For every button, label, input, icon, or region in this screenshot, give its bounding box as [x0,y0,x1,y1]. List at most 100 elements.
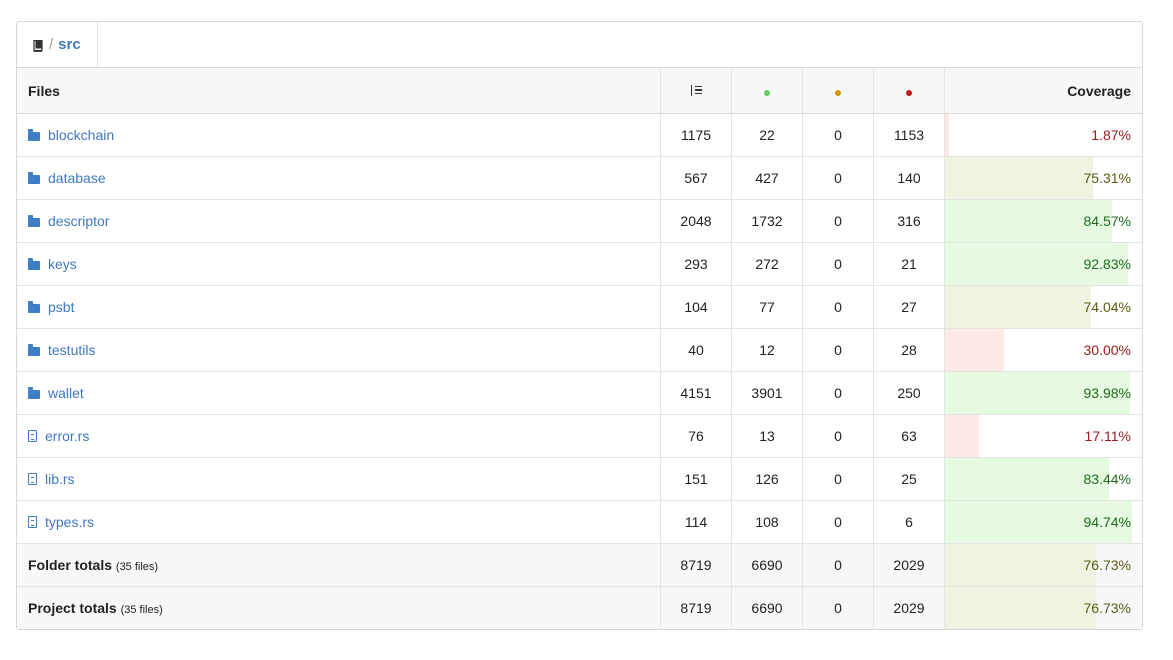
coverage-bar [945,544,1097,586]
lines-cell: 2048 [660,199,732,243]
table-row[interactable]: descriptor 2048 1732 0 316 84.57% [17,199,1142,243]
name-cell: types.rs [17,500,661,544]
name-cell: error.rs [17,414,661,458]
coverage-bar [945,415,979,457]
folder-icon [28,128,40,141]
coverage-cell: 76.73% [944,543,1142,587]
hits-header[interactable] [731,68,803,114]
coverage-value: 75.31% [1083,170,1131,186]
file-link[interactable]: types.rs [45,514,94,530]
coverage-cell: 74.04% [944,285,1142,329]
totals-file-count: (35 files) [115,561,159,573]
misses-cell: 6 [873,500,945,544]
folder-link[interactable]: wallet [48,385,84,401]
folder-link[interactable]: testutils [48,342,95,358]
table-row[interactable]: lib.rs 151 126 0 25 83.44% [17,457,1142,501]
coverage-cell: 1.87% [944,113,1142,157]
coverage-header[interactable]: Coverage [944,68,1142,114]
folder-link[interactable]: descriptor [48,213,109,229]
hits-cell: 1732 [731,199,803,243]
folder-icon [28,300,40,313]
breadcrumb-current[interactable]: src [58,36,81,53]
coverage-bar [945,157,1094,199]
coverage-cell: 17.11% [944,414,1142,458]
totals-label-cell: Project totals (35 files) [17,586,661,629]
table-row[interactable]: database 567 427 0 140 75.31% [17,156,1142,200]
totals-row: Project totals (35 files) 8719 6690 0 2029 76… [17,586,1142,629]
coverage-cell: 84.57% [944,199,1142,243]
table-row[interactable]: testutils 40 12 0 28 30.00% [17,328,1142,372]
breadcrumb-separator: / [49,36,54,53]
lines-cell: 104 [660,285,732,329]
coverage-cell: 94.74% [944,500,1142,544]
coverage-value: 76.73% [1083,557,1131,573]
table-row[interactable]: blockchain 1175 22 0 1153 1.87% [17,113,1142,157]
hits-cell: 12 [731,328,803,372]
file-link[interactable]: error.rs [45,428,89,444]
list-lines-icon [690,84,702,96]
hits-cell: 6690 [731,543,803,587]
misses-cell: 28 [873,328,945,372]
coverage-bar [945,329,1005,371]
partials-cell: 0 [802,586,874,629]
table-row[interactable]: error.rs 76 13 0 63 17.11% [17,414,1142,458]
name-cell: testutils [17,328,661,372]
table-row[interactable]: keys 293 272 0 21 92.83% [17,242,1142,286]
table-header-row: Files Coverage [17,68,1142,114]
coverage-value: 17.11% [1084,428,1131,444]
file-icon [28,473,37,485]
yellow-dot-icon [835,89,841,96]
table-row[interactable]: psbt 104 77 0 27 74.04% [17,285,1142,329]
folder-link[interactable]: psbt [48,299,74,315]
misses-cell: 2029 [873,543,945,587]
partials-cell: 0 [802,242,874,286]
name-cell: database [17,156,661,200]
folder-link[interactable]: blockchain [48,127,114,143]
file-link[interactable]: lib.rs [45,471,75,487]
misses-header[interactable] [873,68,945,114]
totals-row: Folder totals (35 files) 8719 6690 0 2029 76.… [17,543,1142,587]
lines-cell: 1175 [660,113,732,157]
book-icon[interactable] [33,39,44,52]
table-row[interactable]: wallet 4151 3901 0 250 93.98% [17,371,1142,415]
partials-cell: 0 [802,414,874,458]
coverage-value: 30.00% [1083,342,1131,358]
table-row[interactable]: types.rs 114 108 0 6 94.74% [17,500,1142,544]
coverage-cell: 76.73% [944,586,1142,629]
hits-cell: 126 [731,457,803,501]
coverage-panel: / src Files Coverage blockchain 1175 22 … [16,21,1143,630]
folder-link[interactable]: database [48,170,106,186]
lines-cell: 114 [660,500,732,544]
partials-cell: 0 [802,371,874,415]
hits-cell: 22 [731,113,803,157]
coverage-value: 93.98% [1083,385,1131,401]
lines-cell: 40 [660,328,732,372]
partials-cell: 0 [802,156,874,200]
green-dot-icon [764,89,770,96]
coverage-bar [945,587,1097,629]
misses-cell: 63 [873,414,945,458]
partials-header[interactable] [802,68,874,114]
coverage-cell: 83.44% [944,457,1142,501]
folder-icon [28,171,40,184]
coverage-value: 1.87% [1091,127,1131,143]
coverage-value: 76.73% [1083,600,1131,616]
lines-cell: 8719 [660,586,732,629]
misses-cell: 25 [873,457,945,501]
folder-icon [28,386,40,399]
lines-cell: 4151 [660,371,732,415]
lines-cell: 567 [660,156,732,200]
coverage-cell: 92.83% [944,242,1142,286]
files-header[interactable]: Files [17,68,661,114]
name-cell: descriptor [17,199,661,243]
name-cell: lib.rs [17,457,661,501]
lines-header[interactable] [660,68,732,114]
coverage-value: 94.74% [1083,514,1131,530]
coverage-cell: 75.31% [944,156,1142,200]
misses-cell: 21 [873,242,945,286]
folder-icon [28,257,40,270]
totals-label: Folder totals [28,557,113,573]
coverage-bar [945,114,949,156]
lines-cell: 8719 [660,543,732,587]
folder-link[interactable]: keys [48,256,77,272]
